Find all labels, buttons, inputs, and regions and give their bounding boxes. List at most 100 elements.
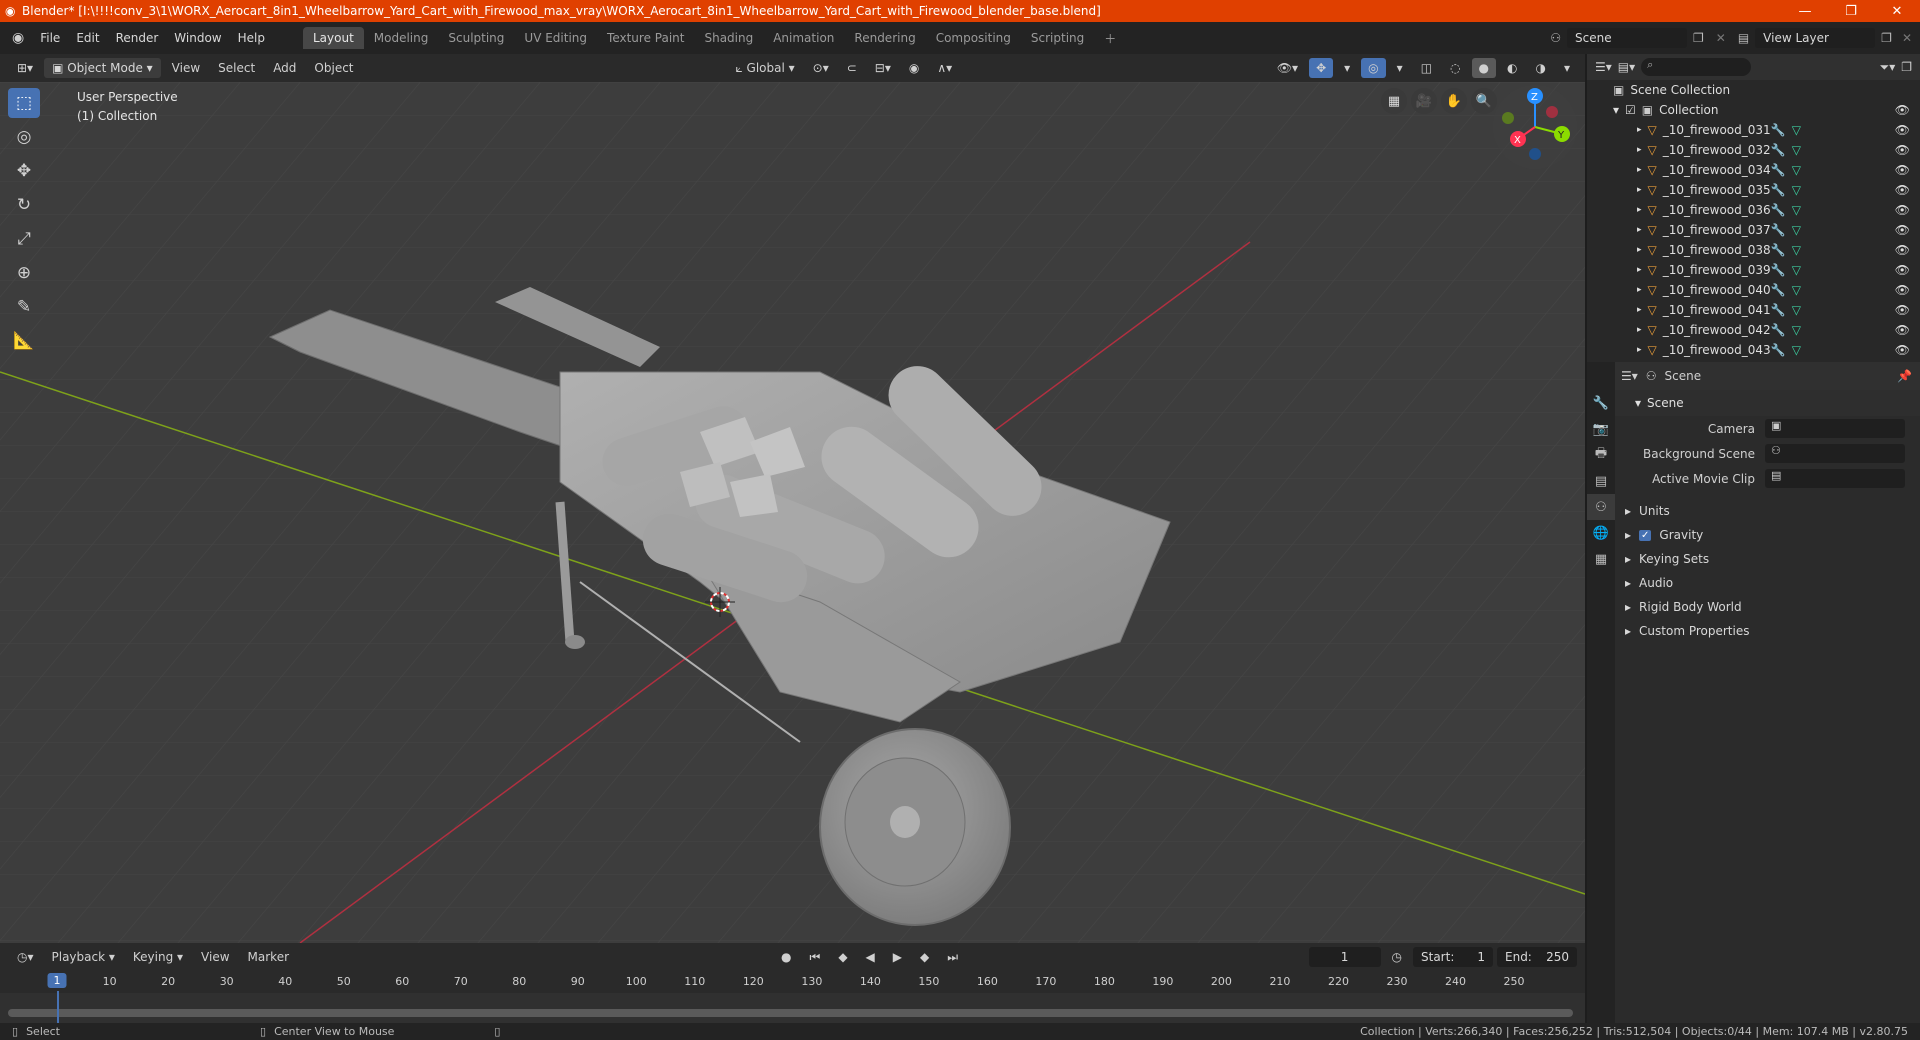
new-scene-icon[interactable]: ❐	[1687, 31, 1710, 45]
active-movie-clip-field[interactable]: ▤	[1765, 469, 1905, 488]
outliner-item[interactable]: ▸ ▽ _10_firewood_031 🔧 ▽ 👁	[1587, 120, 1920, 140]
timeline-editor-type-icon[interactable]: ◷▾	[10, 947, 41, 967]
mesh-data-icon[interactable]: ▽	[1792, 303, 1801, 317]
expand-arrow-icon[interactable]: ▸	[1637, 145, 1642, 155]
tab-uv-editing[interactable]: UV Editing	[514, 27, 597, 49]
menu-select[interactable]: Select	[211, 58, 262, 78]
outliner-collection[interactable]: ▾ ☑ ▣ Collection 👁	[1587, 100, 1920, 120]
expand-arrow-icon[interactable]: ▸	[1637, 225, 1642, 235]
wireframe-shading-icon[interactable]: ◌	[1443, 58, 1467, 78]
new-view-layer-icon[interactable]: ❐	[1875, 31, 1898, 45]
pivot-point-icon[interactable]: ⊙▾	[806, 58, 836, 78]
mesh-data-icon[interactable]: ▽	[1792, 323, 1801, 337]
play-reverse-icon[interactable]: ◀	[859, 947, 882, 967]
scene-properties-icon[interactable]: ⚇	[1587, 494, 1615, 520]
falloff-icon[interactable]: ∧▾	[930, 58, 959, 78]
expand-arrow-icon[interactable]: ▸	[1637, 325, 1642, 335]
texture-properties-icon[interactable]: ▦	[1587, 546, 1615, 572]
outliner-scene-collection[interactable]: ▣ Scene Collection	[1587, 80, 1920, 100]
next-keyframe-icon[interactable]: ◆	[913, 947, 936, 967]
expand-arrow-icon[interactable]: ▸	[1637, 245, 1642, 255]
scale-tool-icon[interactable]: ⤢	[8, 224, 40, 254]
playhead[interactable]	[57, 991, 59, 1023]
background-scene-field[interactable]: ⚇	[1765, 444, 1905, 463]
expand-arrow-icon[interactable]: ▸	[1637, 185, 1642, 195]
measure-tool-icon[interactable]: 📐	[8, 326, 40, 356]
modifier-icon[interactable]: 🔧	[1771, 183, 1786, 197]
tab-compositing[interactable]: Compositing	[926, 27, 1021, 49]
shading-options-icon[interactable]: ▾	[1557, 58, 1577, 78]
output-properties-icon[interactable]: 🖶	[1587, 442, 1615, 468]
menu-edit[interactable]: Edit	[68, 31, 107, 45]
navigation-gizmo[interactable]: Z Y X	[1493, 85, 1577, 169]
start-frame-field[interactable]: Start: 1	[1413, 947, 1493, 967]
cursor-tool-icon[interactable]: ◎	[8, 122, 40, 152]
xray-icon[interactable]: ◫	[1414, 58, 1439, 78]
eye-icon[interactable]: 👁	[1895, 303, 1910, 317]
tab-layout[interactable]: Layout	[302, 27, 364, 49]
outliner-item[interactable]: ▸ ▽ _10_firewood_037 🔧 ▽ 👁	[1587, 220, 1920, 240]
editor-type-icon[interactable]: ⊞▾	[10, 58, 40, 78]
scene-panel-header[interactable]: ▾ Scene	[1615, 390, 1920, 416]
play-icon[interactable]: ▶	[886, 947, 909, 967]
modifier-icon[interactable]: 🔧	[1771, 303, 1786, 317]
menu-file[interactable]: File	[32, 31, 68, 45]
modifier-icon[interactable]: 🔧	[1771, 123, 1786, 137]
outliner-item[interactable]: ▸ ▽ _10_firewood_040 🔧 ▽ 👁	[1587, 280, 1920, 300]
pin-icon[interactable]: 📌	[1897, 369, 1912, 383]
tool-properties-icon[interactable]: 🔧	[1587, 390, 1615, 416]
select-box-tool-icon[interactable]: ⬚	[8, 88, 40, 118]
eye-icon[interactable]: 👁	[1895, 123, 1910, 137]
expand-arrow-icon[interactable]: ▸	[1637, 345, 1642, 355]
tab-rendering[interactable]: Rendering	[844, 27, 925, 49]
new-collection-icon[interactable]: ❐	[1901, 60, 1912, 74]
eye-icon[interactable]: 👁	[1895, 163, 1910, 177]
visibility-icon[interactable]: 👁▾	[1270, 58, 1305, 78]
gizmo-dropdown-icon[interactable]: ▾	[1337, 58, 1357, 78]
outliner-search-input[interactable]: ⌕	[1641, 58, 1752, 76]
tab-animation[interactable]: Animation	[763, 27, 844, 49]
expand-arrow-icon[interactable]: ▸	[1637, 205, 1642, 215]
modifier-icon[interactable]: 🔧	[1771, 283, 1786, 297]
outliner-item[interactable]: ▸ ▽ _10_firewood_035 🔧 ▽ 👁	[1587, 180, 1920, 200]
snap-icon[interactable]: ⊂	[840, 58, 864, 78]
units-section[interactable]: ▸ Units	[1615, 499, 1920, 523]
gravity-section[interactable]: ▸ ✓ Gravity	[1615, 523, 1920, 547]
view-layer-selector[interactable]: View Layer	[1755, 28, 1876, 48]
tab-shading[interactable]: Shading	[694, 27, 763, 49]
current-frame-field[interactable]: 1	[1308, 947, 1381, 967]
outliner-item[interactable]: ▸ ▽ _10_firewood_032 🔧 ▽ 👁	[1587, 140, 1920, 160]
outliner-item[interactable]: ▸ ▽ _10_firewood_042 🔧 ▽ 👁	[1587, 320, 1920, 340]
mode-selector[interactable]: ▣ Object Mode ▾	[44, 58, 161, 78]
delete-scene-icon[interactable]: ✕	[1710, 31, 1732, 45]
menu-help[interactable]: Help	[230, 31, 273, 45]
jump-end-icon[interactable]: ⏭	[940, 947, 965, 968]
mesh-data-icon[interactable]: ▽	[1792, 243, 1801, 257]
mesh-data-icon[interactable]: ▽	[1792, 343, 1801, 357]
eye-icon[interactable]: 👁	[1895, 223, 1910, 237]
eye-icon[interactable]: 👁	[1895, 183, 1910, 197]
mesh-data-icon[interactable]: ▽	[1792, 283, 1801, 297]
record-icon[interactable]: ●	[774, 947, 798, 967]
jump-start-icon[interactable]: ⏮	[803, 947, 828, 968]
display-mode-icon[interactable]: ▤▾	[1618, 60, 1635, 74]
menu-object[interactable]: Object	[307, 58, 360, 78]
tab-sculpting[interactable]: Sculpting	[438, 27, 514, 49]
menu-playback[interactable]: Playback ▾	[45, 947, 122, 967]
overlays-toggle-icon[interactable]: ◎	[1361, 58, 1386, 78]
collection-checkbox[interactable]: ☑	[1625, 103, 1636, 117]
blender-menu-icon[interactable]: ◉	[0, 30, 32, 46]
expand-arrow-icon[interactable]: ▸	[1637, 165, 1642, 175]
custom-properties-section[interactable]: ▸ Custom Properties	[1615, 619, 1920, 643]
scene-selector[interactable]: Scene	[1567, 28, 1687, 48]
close-button[interactable]: ✕	[1874, 4, 1920, 19]
tab-modeling[interactable]: Modeling	[364, 27, 439, 49]
frame-ruler[interactable]: 1 10 20 30 40 50 60 70 80 90 100 110 120 130 140 150 160…	[0, 971, 1585, 993]
rotate-tool-icon[interactable]: ↻	[8, 190, 40, 220]
move-tool-icon[interactable]: ✥	[8, 156, 40, 186]
tab-texture-paint[interactable]: Texture Paint	[597, 27, 694, 49]
modifier-icon[interactable]: 🔧	[1771, 243, 1786, 257]
filter-icon[interactable]: ⏷▾	[1880, 60, 1896, 75]
modifier-icon[interactable]: 🔧	[1771, 143, 1786, 157]
mesh-data-icon[interactable]: ▽	[1792, 183, 1801, 197]
